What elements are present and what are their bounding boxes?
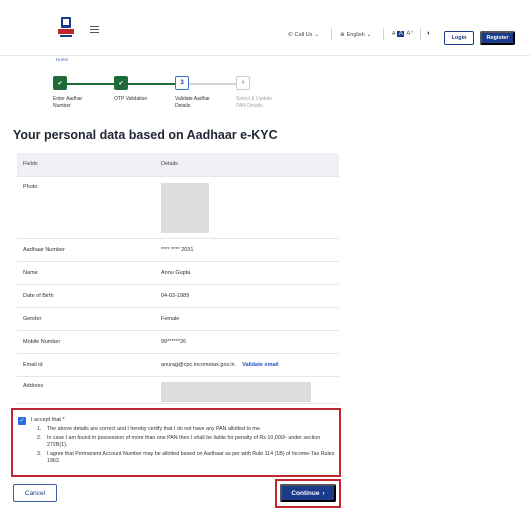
column-header-details: Details <box>155 153 339 177</box>
table-row-address: Address <box>17 376 339 404</box>
call-us-label: Call Us <box>294 32 313 38</box>
field-label: Email id <box>17 353 155 377</box>
table-row-dob: Date of Birth 04-03-1989 <box>17 284 339 308</box>
field-value <box>155 376 339 404</box>
email-value: anurag@cpc.incometax.gov.in <box>161 361 235 368</box>
step-connector <box>67 83 115 85</box>
step-2-label-line: OTP Validation <box>114 96 148 102</box>
step-2-done-icon: ✔ <box>114 76 128 90</box>
phone-icon: ✆ <box>288 32 293 38</box>
table-row-gender: Gender Female <box>17 307 339 331</box>
step-1-label: Enter Aadhar Number <box>53 96 103 109</box>
field-value: **** **** 2031 <box>155 238 339 262</box>
field-value: Annu Gupta <box>155 261 339 285</box>
emblem-logo-icon[interactable] <box>55 16 77 40</box>
field-label: Photo <box>17 176 155 239</box>
consent-section: ✓ I accept that * 1. The above details a… <box>11 408 341 477</box>
step-4-indicator: 4 <box>236 76 250 90</box>
consent-item-text: In case I am found in possession of more… <box>47 434 321 448</box>
step-1-done-icon: ✔ <box>53 76 67 90</box>
field-label: Name <box>17 261 155 285</box>
table-header-row: Fields Details <box>17 153 339 177</box>
step-1-label-line: Number <box>53 102 71 109</box>
field-value: Female <box>155 307 339 331</box>
checkmark-icon: ✓ <box>19 418 25 424</box>
register-button[interactable]: Register <box>480 31 515 45</box>
address-placeholder <box>161 381 311 402</box>
consent-item-number: 3. <box>37 450 42 457</box>
step-3-label: Validate Aadhar Details <box>175 96 225 109</box>
field-value <box>155 176 339 239</box>
continue-label: Continue <box>291 489 320 497</box>
font-size-controls: A A A⁺ <box>392 30 414 37</box>
call-us-dropdown[interactable]: ✆ Call Us ⌄ <box>288 32 319 38</box>
chevron-right-icon: › <box>322 489 325 497</box>
login-button[interactable]: Login <box>444 31 474 45</box>
globe-icon: ⊕ <box>340 32 345 38</box>
field-label: Date of Birth <box>17 284 155 308</box>
consent-item: 1. The above details are correct and I h… <box>37 426 337 433</box>
font-decrease-button[interactable]: A <box>392 31 395 37</box>
font-increase-button[interactable]: A⁺ <box>406 30 413 37</box>
step-4-label: Select & Update PAN Details <box>236 96 286 109</box>
consent-item-text: The above details are correct and I here… <box>47 426 262 432</box>
column-header-fields: Fields <box>17 153 155 177</box>
field-value: 99******26 <box>155 330 339 354</box>
cancel-button[interactable]: Cancel <box>13 484 57 502</box>
step-connector <box>128 83 175 85</box>
continue-button[interactable]: Continue › <box>280 484 336 502</box>
chevron-down-icon: ⌄ <box>366 32 372 38</box>
table-row-name: Name Annu Gupta <box>17 261 339 285</box>
step-4-label-line: PAN Details <box>236 102 263 109</box>
consent-item-number: 1. <box>37 426 42 432</box>
consent-title: I accept that * <box>31 417 65 423</box>
kyc-details-table: Fields Details Photo Aadhaar Number ****… <box>17 153 339 404</box>
contrast-icon[interactable]: ◐ <box>427 30 431 37</box>
field-label: Address <box>17 376 155 404</box>
consent-item: 3. I agree that Permanent Account Number… <box>37 451 337 465</box>
step-3-indicator: 3 <box>175 76 189 90</box>
step-2-label: OTP Validation <box>114 96 164 103</box>
consent-item-number: 2. <box>37 434 42 441</box>
field-label: Mobile Number <box>17 330 155 354</box>
language-label: English <box>346 32 365 38</box>
menu-icon[interactable] <box>90 26 99 33</box>
field-value: anurag@cpc.incometax.gov.in Validate ema… <box>155 353 339 377</box>
chevron-down-icon: ⌄ <box>314 32 319 38</box>
table-row-mobile: Mobile Number 99******26 <box>17 330 339 354</box>
consent-checkbox[interactable]: ✓ <box>18 417 26 425</box>
photo-placeholder <box>161 182 209 233</box>
divider <box>420 28 421 40</box>
validate-email-link[interactable]: Validate email <box>242 362 278 368</box>
page-title: Your personal data based on Aadhaar e-KY… <box>13 128 278 142</box>
table-row-email: Email id anurag@cpc.incometax.gov.in Val… <box>17 353 339 377</box>
field-label: Gender <box>17 307 155 331</box>
language-dropdown[interactable]: ⊕ English ⌄ <box>340 32 371 38</box>
divider <box>383 28 384 40</box>
field-value: 04-03-1989 <box>155 284 339 308</box>
field-label: Aadhaar Number <box>17 238 155 262</box>
consent-item-text: I agree that Permanent Account Number ma… <box>47 450 335 464</box>
table-row-photo: Photo <box>17 176 339 239</box>
breadcrumb-home[interactable]: Home <box>56 57 68 62</box>
consent-item: 2. In case I am found in possession of m… <box>37 435 337 449</box>
step-3-label-line: Details <box>175 102 191 109</box>
step-connector <box>189 83 236 85</box>
progress-stepper: ✔ ✔ 3 4 Enter Aadhar Number OTP Validati… <box>0 76 530 116</box>
font-normal-button[interactable]: A <box>397 30 405 37</box>
divider <box>331 28 332 40</box>
site-header: ✆ Call Us ⌄ ⊕ English ⌄ A A A⁺ ◐ Login R… <box>0 0 530 56</box>
table-row-aadhaar: Aadhaar Number **** **** 2031 <box>17 238 339 262</box>
consent-list: 1. The above details are correct and I h… <box>37 426 337 467</box>
